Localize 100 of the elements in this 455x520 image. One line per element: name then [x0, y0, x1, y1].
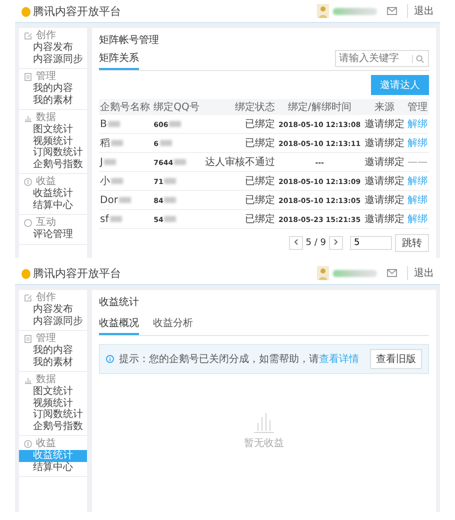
- edit-icon: [24, 32, 32, 40]
- tab[interactable]: 矩阵关系: [99, 50, 139, 70]
- sidebar-section-title: 互动: [36, 217, 56, 229]
- account-name: 稻: [100, 138, 110, 149]
- blurred-text: [164, 178, 176, 184]
- source: 邀请绑定: [364, 195, 405, 206]
- account-name: J: [100, 156, 103, 168]
- sidebar-section-title: 创作: [36, 30, 56, 42]
- document-icon: [24, 335, 32, 343]
- blurred-text: [160, 140, 172, 146]
- sidebar-item[interactable]: 企鹅号指数: [19, 158, 87, 170]
- notice-text: 提示：您的企鹅号已关闭分成，如需帮助，请查看详情: [119, 352, 360, 366]
- sidebar-item[interactable]: 我的内容: [19, 83, 87, 94]
- no-action: ——: [408, 156, 428, 168]
- column-header: 管理: [406, 99, 429, 115]
- circle-icon: [24, 219, 32, 227]
- sidebar-section-title: 数据: [36, 112, 56, 124]
- sidebar-item[interactable]: 内容发布: [19, 42, 87, 54]
- sidebar-item[interactable]: 结算中心: [19, 462, 87, 473]
- column-header: 绑定QQ号: [152, 99, 202, 115]
- blurred-text: [108, 120, 120, 127]
- edit-icon: [24, 294, 32, 302]
- old-version-button[interactable]: 查看旧版: [370, 349, 422, 369]
- empty-state-text: 暂无收益: [244, 436, 284, 450]
- bind-status: 达人审核不通过: [205, 157, 276, 168]
- sidebar-section-title: 数据: [36, 374, 56, 386]
- blurred-text: [164, 216, 176, 222]
- sidebar-section-title: 创作: [36, 292, 56, 304]
- sidebar-item[interactable]: 图文统计: [19, 124, 87, 136]
- blurred-text: [169, 120, 182, 127]
- chevron-left-icon: [294, 239, 298, 245]
- logout-link[interactable]: 退出: [407, 4, 434, 18]
- bind-status: 已绑定: [245, 195, 276, 206]
- column-header: 绑定/解绑时间: [276, 99, 363, 115]
- sidebar-section-title: 收益: [36, 438, 56, 450]
- bind-status: 已绑定: [245, 119, 276, 130]
- sidebar-section-title: 管理: [36, 333, 56, 344]
- sidebar-item[interactable]: 我的内容: [19, 345, 87, 356]
- blurred-text: [104, 158, 116, 165]
- sidebar-item[interactable]: 订阅数统计: [19, 409, 87, 420]
- blurred-text: [111, 178, 123, 184]
- source: 邀请绑定: [364, 214, 405, 225]
- blurred-text: [111, 140, 123, 146]
- sidebar-section-title: 收益: [36, 176, 56, 188]
- source: 邀请绑定: [364, 157, 405, 168]
- tab[interactable]: 收益概况: [99, 315, 139, 335]
- sidebar-item[interactable]: 企鹅号指数: [19, 420, 87, 432]
- sidebar-item[interactable]: 评论管理: [19, 229, 87, 240]
- bar-chart-icon: [24, 376, 32, 384]
- sidebar-item[interactable]: 图文统计: [19, 386, 87, 398]
- sidebar-item[interactable]: 内容发布: [19, 304, 87, 316]
- sidebar-item[interactable]: 视频统计: [19, 398, 87, 409]
- sidebar-item[interactable]: 订阅数统计: [19, 147, 87, 158]
- empty-chart-icon: [253, 410, 275, 432]
- blurred-text: [110, 216, 122, 222]
- sidebar-item[interactable]: 收益统计: [19, 188, 87, 200]
- source: 邀请绑定: [364, 176, 405, 187]
- bind-status: 已绑定: [245, 214, 276, 225]
- bind-status: 已绑定: [245, 138, 276, 149]
- source: 邀请绑定: [364, 138, 405, 149]
- sidebar-section-title: 管理: [36, 71, 56, 82]
- account-name: Dor: [100, 194, 118, 206]
- account-name: sf: [100, 214, 109, 224]
- jump-button[interactable]: 跳转: [395, 234, 429, 252]
- next-page-button[interactable]: [329, 236, 343, 250]
- tab[interactable]: 收益分析: [153, 315, 193, 335]
- blurred-username: [333, 270, 377, 276]
- previous-page-button[interactable]: [288, 236, 303, 250]
- page-input[interactable]: 5: [350, 236, 392, 250]
- sidebar-item[interactable]: 内容源同步: [19, 316, 87, 327]
- coin-icon: [24, 440, 32, 448]
- sidebar-item[interactable]: 结算中心: [19, 200, 87, 211]
- column-header: 绑定状态: [202, 99, 276, 115]
- mail-icon[interactable]: [387, 269, 397, 277]
- page-title: 收益统计: [99, 296, 140, 310]
- coin-icon: [24, 178, 32, 186]
- column-header: 企鹅号名称: [99, 99, 153, 115]
- sidebar-item[interactable]: 我的素材: [19, 356, 87, 368]
- sidebar-item[interactable]: 内容源同步: [19, 54, 87, 65]
- bar-chart-icon: [24, 114, 32, 122]
- chevron-right-icon: [334, 239, 338, 245]
- account-name: B: [100, 118, 107, 130]
- blurred-text: [164, 196, 176, 203]
- page-status: 5 / 9: [306, 238, 326, 248]
- avatar-icon[interactable]: [317, 266, 329, 280]
- logout-link[interactable]: 退出: [407, 266, 434, 280]
- search-icon[interactable]: [412, 54, 427, 62]
- info-icon: [106, 355, 114, 363]
- blurred-text: [174, 158, 186, 165]
- page-title: 矩阵帐号管理: [99, 34, 160, 48]
- source: 邀请绑定: [364, 119, 405, 130]
- blurred-text: [118, 196, 131, 203]
- mail-icon[interactable]: [387, 7, 397, 15]
- bind-status: 已绑定: [245, 176, 276, 187]
- account-name: 小: [100, 176, 110, 187]
- avatar-icon[interactable]: [317, 4, 329, 18]
- sidebar-item[interactable]: 视频统计: [19, 136, 87, 147]
- sidebar-item[interactable]: 我的素材: [19, 94, 87, 106]
- blurred-username: [333, 8, 377, 14]
- column-header: 来源: [362, 99, 406, 115]
